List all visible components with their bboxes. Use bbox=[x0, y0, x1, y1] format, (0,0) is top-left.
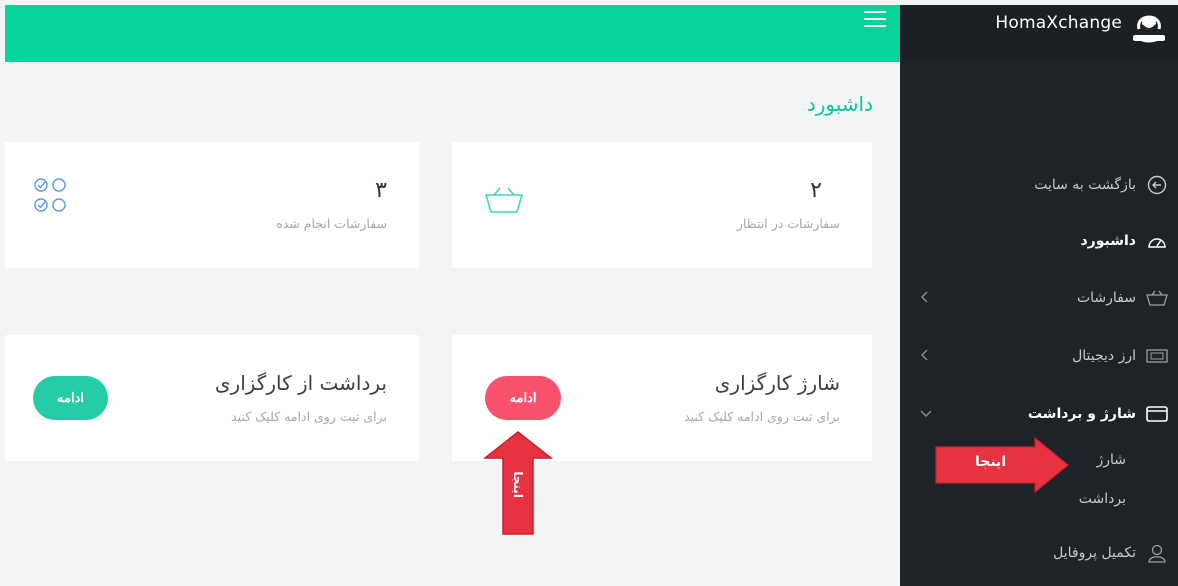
sidebar-item-label: تکمیل پروفایل bbox=[1053, 545, 1136, 561]
annotation-arrow-right: اینجا bbox=[935, 437, 1069, 493]
withdraw-continue-button[interactable]: ادامه bbox=[33, 376, 108, 420]
stat-label: سفارشات انجام شده bbox=[276, 216, 387, 231]
sidebar-subitem-withdraw[interactable]: برداشت bbox=[1079, 491, 1126, 507]
sidebar-item-label: بازگشت به سایت bbox=[1034, 177, 1136, 193]
chevron-down-icon bbox=[920, 410, 932, 417]
sidebar-item-label: ارز دیجیتال bbox=[1072, 348, 1136, 364]
sidebar-item-dashboard[interactable]: داشبورد bbox=[900, 221, 1178, 261]
stat-label: سفارشات در انتظار bbox=[736, 216, 840, 231]
brand-bar: HomaXchange bbox=[900, 5, 1178, 61]
brand-name[interactable]: HomaXchange bbox=[995, 13, 1122, 33]
sidebar-item-orders[interactable]: سفارشات bbox=[900, 278, 1178, 318]
card-subtitle: برای ثبت روی ادامه کلیک کنید bbox=[684, 409, 840, 424]
deposit-continue-button[interactable]: ادامه bbox=[485, 376, 561, 420]
annotation-label-side: اینجا bbox=[975, 454, 1007, 470]
basket-icon bbox=[1146, 287, 1168, 309]
sidebar-item-label: داشبورد bbox=[1080, 233, 1137, 249]
sidebar-item-label: سفارشات bbox=[1076, 290, 1136, 306]
user-icon bbox=[1146, 542, 1168, 564]
card-title: برداشت از کارگزاری bbox=[214, 371, 387, 395]
banknote-icon bbox=[1146, 345, 1168, 367]
stat-card-pending: ۲ سفارشات در انتظار bbox=[452, 142, 872, 268]
stat-card-completed: ۳ سفارشات انجام شده bbox=[5, 142, 419, 268]
sidebar-item-deposit-withdraw[interactable]: شارژ و برداشت bbox=[900, 394, 1178, 434]
back-circle-icon bbox=[1146, 174, 1168, 196]
card-title: شارژ کارگزاری bbox=[714, 371, 840, 395]
stat-value: ۳ bbox=[375, 178, 387, 203]
annotation-label-up: اینجا bbox=[511, 471, 525, 498]
sidebar-item-label: شارژ و برداشت bbox=[1027, 406, 1136, 422]
stat-value: ۲ bbox=[810, 178, 822, 203]
app-root: HomaXchange بازگشت به سایت داشبورد سفارش… bbox=[0, 0, 1178, 586]
action-card-withdraw: برداشت از کارگزاری برای ثبت روی ادامه کل… bbox=[5, 335, 419, 461]
chevron-left-icon bbox=[921, 291, 928, 303]
check-circles-icon bbox=[34, 178, 66, 212]
menu-toggle-icon[interactable] bbox=[864, 11, 886, 29]
brand-logo-icon bbox=[1133, 15, 1165, 43]
sidebar-subitem-deposit[interactable]: شارژ bbox=[1096, 452, 1126, 468]
page-title: داشبورد bbox=[806, 92, 873, 116]
sidebar-item-complete-profile[interactable]: تکمیل پروفایل bbox=[900, 533, 1178, 573]
annotation-arrow-up: اینجا bbox=[483, 430, 553, 538]
credit-card-icon bbox=[1146, 403, 1168, 425]
sidebar-item-digital-currency[interactable]: ارز دیجیتال bbox=[900, 336, 1178, 376]
sidebar: HomaXchange بازگشت به سایت داشبورد سفارش… bbox=[900, 5, 1178, 586]
top-bar bbox=[5, 5, 900, 62]
card-subtitle: برای ثبت روی ادامه کلیک کنید bbox=[231, 409, 387, 424]
chevron-left-icon bbox=[921, 349, 928, 361]
basket-icon bbox=[484, 187, 524, 213]
sidebar-item-back-to-site[interactable]: بازگشت به سایت bbox=[900, 165, 1178, 205]
speedometer-icon bbox=[1146, 230, 1168, 252]
